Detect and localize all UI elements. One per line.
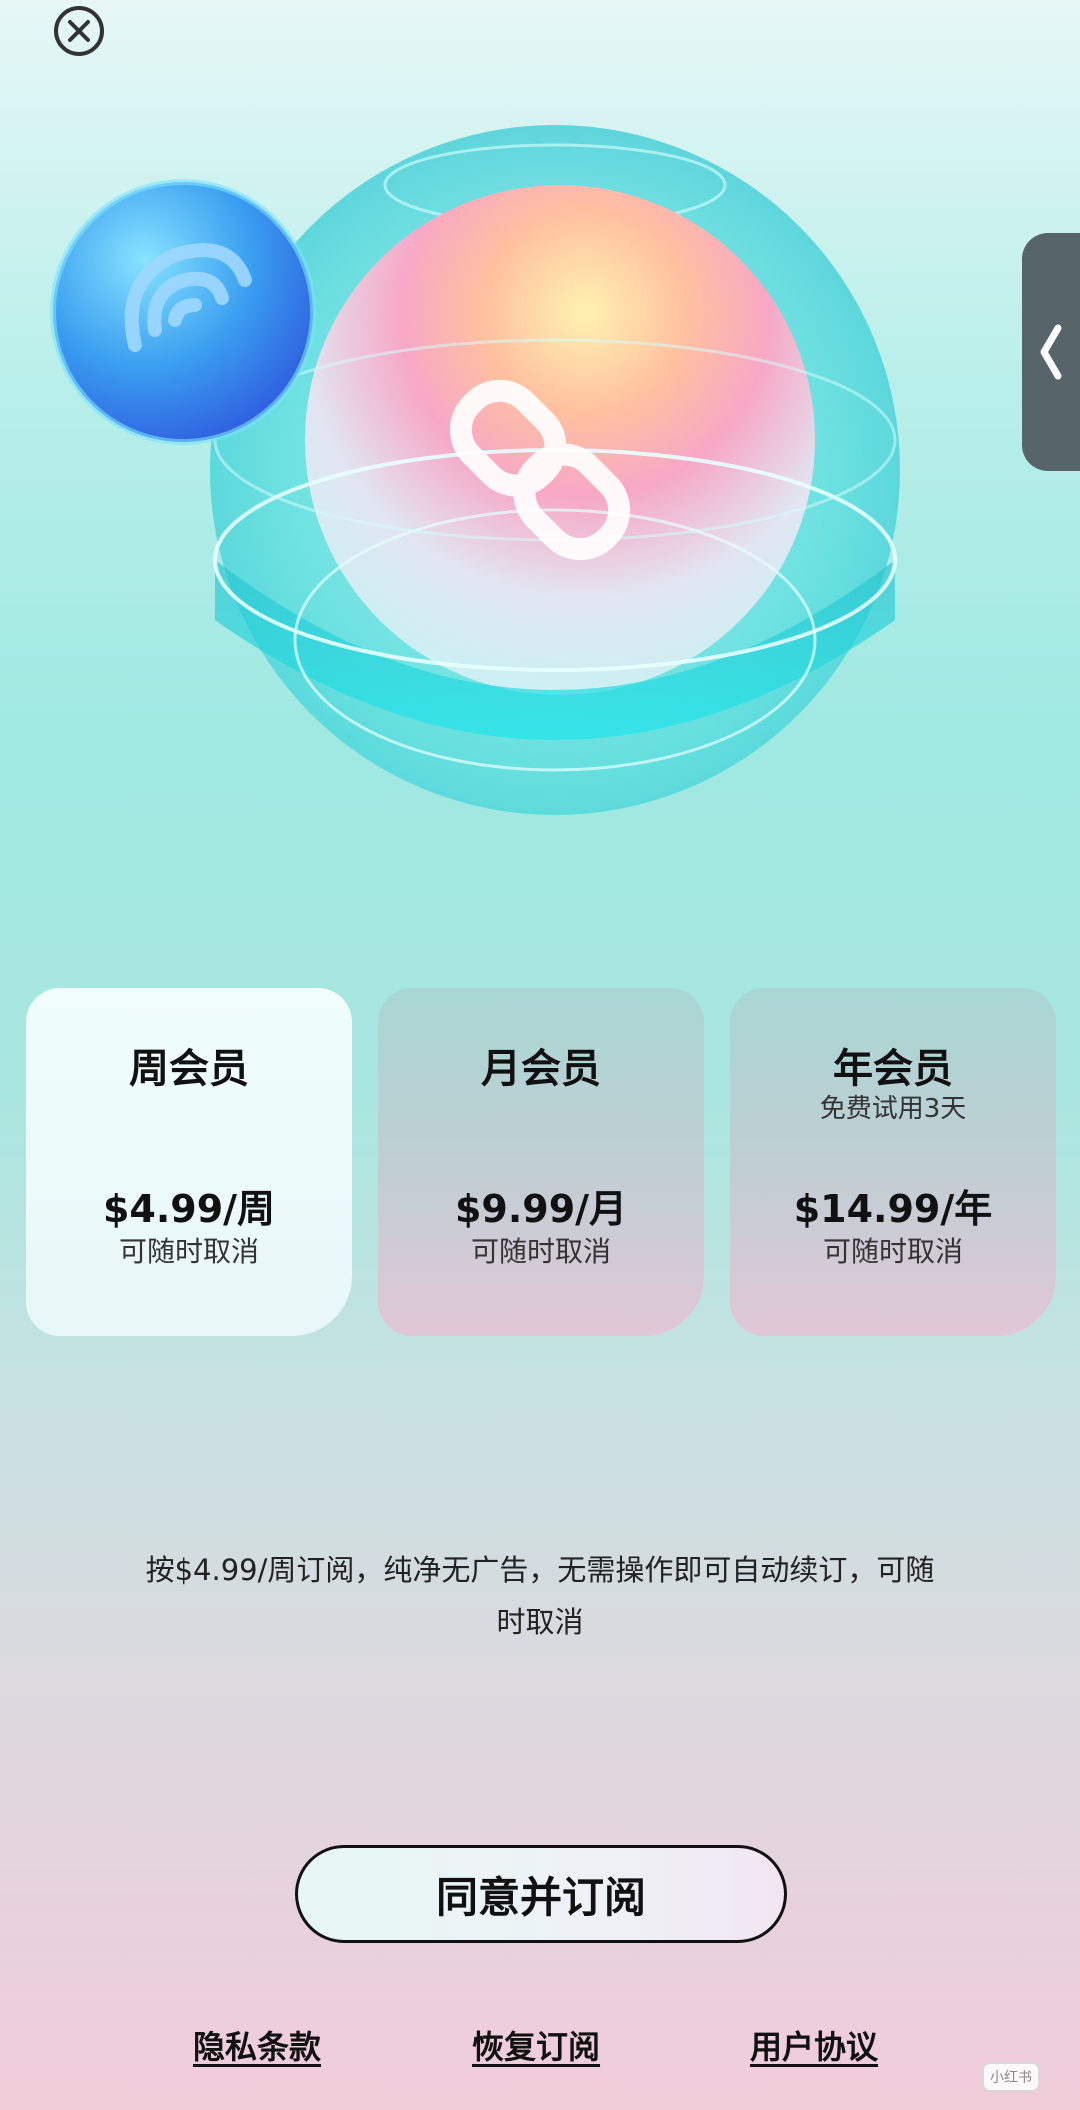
plan-cancel-note: 可随时取消 <box>822 1235 963 1268</box>
restore-subscription-link[interactable]: 恢复订阅 <box>472 2022 600 2068</box>
close-button[interactable] <box>54 6 104 56</box>
plan-title: 月会员 <box>481 1046 601 1092</box>
description-line-2: 时取消 <box>496 1605 584 1639</box>
plan-trial-note: 免费试用3天 <box>819 1094 967 1124</box>
plan-cancel-note: 可随时取消 <box>118 1235 259 1268</box>
plan-title: 周会员 <box>129 1046 249 1092</box>
close-icon <box>68 20 90 42</box>
chevron-left-icon <box>1040 324 1062 380</box>
plan-card-monthly[interactable]: 月会员 $9.99/月 可随时取消 <box>378 988 704 1336</box>
watermark-badge: 小红书 <box>982 2062 1040 2092</box>
user-agreement-link[interactable]: 用户协议 <box>750 2022 878 2068</box>
plan-card-weekly[interactable]: 周会员 $4.99/周 可随时取消 <box>26 988 352 1336</box>
hero-orb-graphic <box>50 125 900 815</box>
subscription-description: 按$4.99/周订阅，纯净无广告，无需操作即可自动续订，可随 时取消 <box>90 1544 990 1648</box>
plan-price: $9.99/月 <box>454 1187 628 1231</box>
plan-title: 年会员 <box>833 1046 953 1092</box>
plan-price: $4.99/周 <box>102 1187 276 1231</box>
plan-selector: 周会员 $4.99/周 可随时取消 月会员 $9.99/月 可随时取消 年会员 … <box>26 988 1056 1336</box>
subscribe-button[interactable]: 同意并订阅 <box>295 1845 787 1943</box>
description-line-1: 按$4.99/周订阅，纯净无广告，无需操作即可自动续订，可随 <box>145 1553 935 1587</box>
privacy-link[interactable]: 隐私条款 <box>193 2022 321 2068</box>
plan-cancel-note: 可随时取消 <box>470 1235 611 1268</box>
plan-card-yearly[interactable]: 年会员 免费试用3天 $14.99/年 可随时取消 <box>730 988 1056 1336</box>
plan-price: $14.99/年 <box>793 1187 993 1231</box>
hero-illustration <box>0 0 1080 920</box>
side-panel-tab[interactable] <box>1022 233 1080 471</box>
